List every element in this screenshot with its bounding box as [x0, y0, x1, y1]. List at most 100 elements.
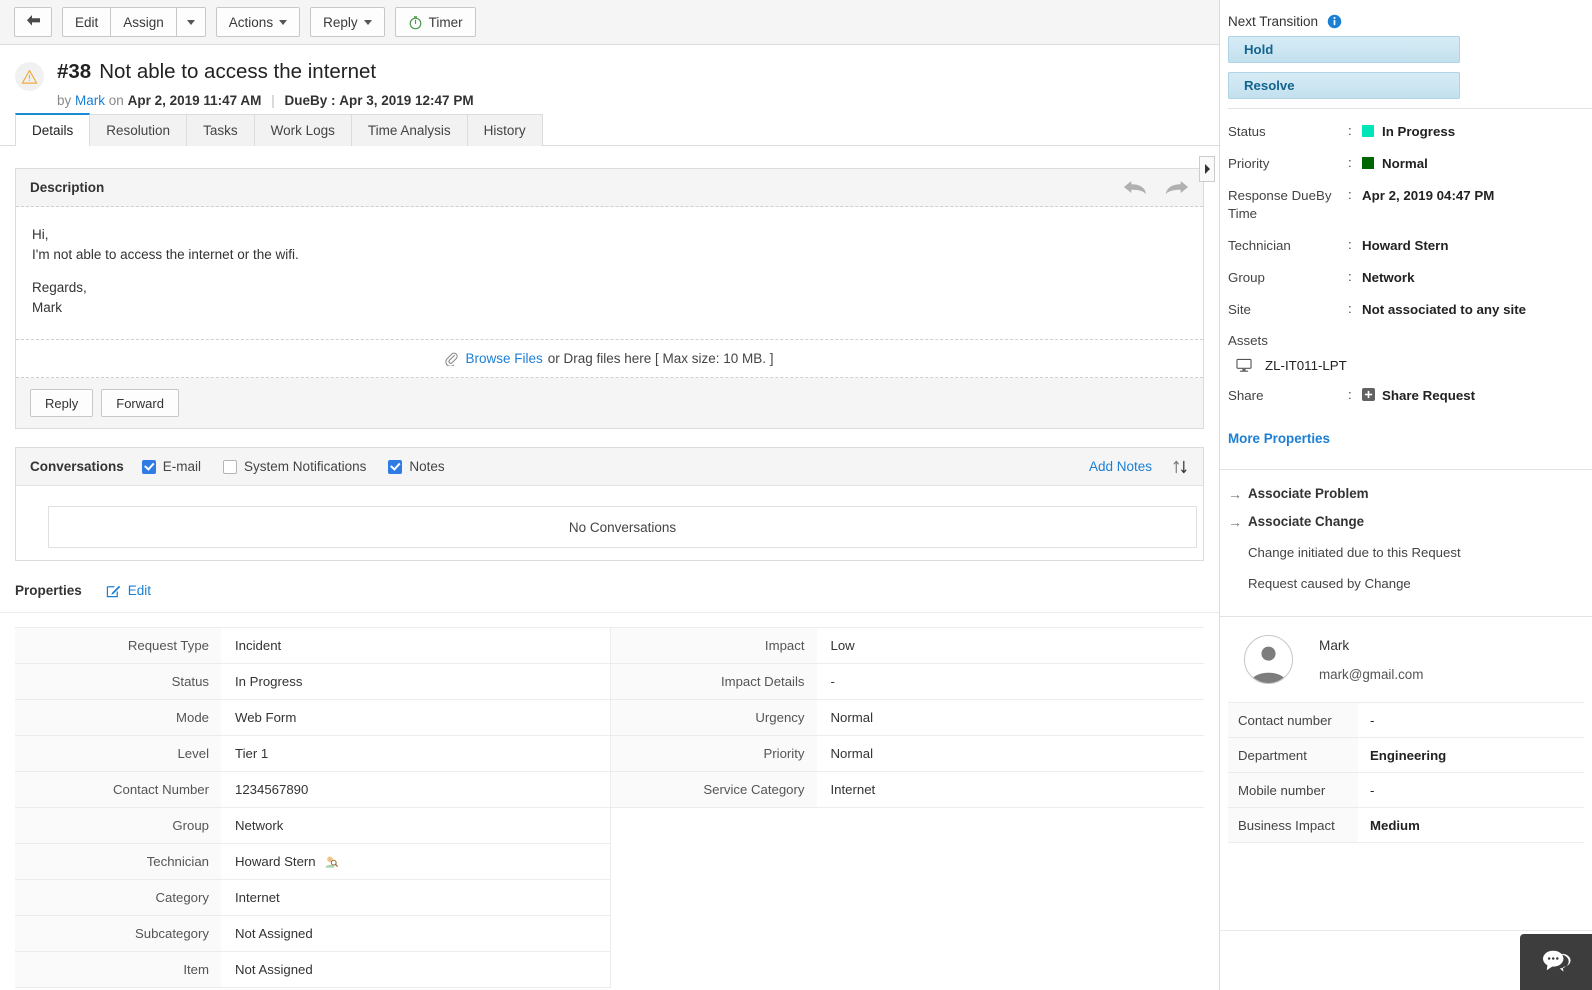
property-key: Level	[15, 736, 221, 772]
property-value: Web Form	[235, 710, 297, 726]
tab-history[interactable]: History	[466, 114, 543, 146]
timer-button[interactable]: Timer	[394, 7, 476, 37]
field-key: Group	[1228, 269, 1265, 285]
field-value-wrap[interactable]: Share Request	[1362, 387, 1584, 405]
edit-button[interactable]: Edit	[62, 7, 112, 37]
chat-widget-button[interactable]	[1520, 934, 1592, 990]
transition-hold-button[interactable]: Hold	[1228, 36, 1460, 63]
property-key: Item	[15, 952, 221, 988]
description-line-3: Regards,	[32, 280, 87, 296]
detail-value: Engineering	[1370, 747, 1447, 763]
edit-pencil-icon	[106, 583, 121, 598]
asset-item[interactable]: ZL-IT011-LPT	[1236, 358, 1584, 373]
property-value: Tier 1	[235, 746, 269, 762]
field-key: Response DueBy Time	[1228, 187, 1332, 221]
requester-link[interactable]: Mark	[75, 93, 105, 108]
table-row: Department Engineering	[1228, 738, 1584, 774]
actions-button[interactable]: Actions	[215, 7, 301, 37]
filter-email[interactable]: E-mail	[141, 459, 201, 474]
table-row: Subcategory Not Assigned	[15, 916, 610, 953]
associate-problem-row[interactable]: → Associate Problem	[1228, 486, 1584, 503]
add-notes-link[interactable]: Add Notes	[1089, 459, 1152, 474]
chevron-down-icon	[279, 19, 288, 25]
on-label: on	[108, 93, 124, 108]
conversations-body: No Conversations	[16, 486, 1203, 561]
dueby-time: Apr 3, 2019 12:47 PM	[339, 93, 474, 108]
tab-tasks[interactable]: Tasks	[186, 114, 255, 146]
tab-work-logs[interactable]: Work Logs	[253, 114, 352, 146]
requester-name: Mark	[1319, 637, 1350, 653]
tab-time-analysis[interactable]: Time Analysis	[350, 114, 468, 146]
detail-value: -	[1370, 712, 1375, 728]
notes-checkbox[interactable]	[388, 459, 403, 474]
property-key: Request Type	[15, 628, 221, 664]
associate-problem-label[interactable]: Associate Problem	[1248, 486, 1369, 501]
edit-assign-group: Edit Assign	[62, 7, 206, 37]
field-key: Share	[1228, 387, 1264, 403]
table-row: Contact Number 1234567890	[15, 772, 610, 809]
property-key: Group	[15, 808, 221, 844]
associate-change-label[interactable]: Associate Change	[1248, 514, 1364, 529]
transition-resolve-button[interactable]: Resolve	[1228, 72, 1460, 99]
forward-button[interactable]: Forward	[101, 389, 179, 418]
property-key: Status	[15, 664, 221, 700]
property-key: Technician	[15, 844, 221, 880]
avatar	[1244, 635, 1293, 685]
sort-toggle-icon[interactable]	[1172, 459, 1189, 475]
property-value: Not Assigned	[235, 926, 313, 942]
reply-menu-button[interactable]: Reply	[310, 7, 385, 37]
properties-left-column: Request Type Incident Status In Progress…	[15, 628, 610, 989]
share-request-label: Share Request	[1382, 387, 1476, 403]
assign-button[interactable]: Assign	[110, 7, 177, 37]
paperclip-icon	[445, 352, 459, 366]
page-title: #38 Not able to access the internet	[57, 60, 376, 84]
table-row: Mobile number -	[1228, 773, 1584, 809]
warning-icon	[15, 62, 44, 91]
meta-divider: |	[271, 93, 275, 108]
property-value: In Progress	[235, 674, 303, 690]
field-colon: :	[1348, 268, 1352, 284]
forward-arrow-icon[interactable]	[1165, 180, 1189, 195]
associate-change-row[interactable]: → Associate Change	[1228, 514, 1584, 531]
property-value-technician: Howard Stern	[221, 844, 610, 879]
table-row: Level Tier 1	[15, 736, 610, 773]
filter-notes-label: Notes	[409, 459, 445, 475]
sidebar-collapse-handle[interactable]	[1199, 156, 1215, 182]
no-conversations-message: No Conversations	[48, 506, 1197, 549]
email-checkbox[interactable]	[141, 459, 156, 474]
assign-dropdown-button[interactable]	[175, 7, 206, 37]
field-value: Normal	[1382, 155, 1428, 171]
field-key: Technician	[1228, 237, 1291, 253]
reply-button[interactable]: Reply	[30, 389, 94, 418]
detail-key: Contact number	[1228, 703, 1358, 738]
tab-details[interactable]: Details	[15, 113, 91, 146]
description-header: Description	[16, 169, 1203, 207]
properties-right-column: Impact Low Impact Details - Urgency Norm…	[609, 628, 1204, 989]
technician-icon	[324, 855, 338, 869]
plus-icon	[1362, 387, 1375, 401]
technician-name: Howard Stern	[235, 854, 316, 870]
edit-label: Edit	[127, 583, 152, 599]
filter-notes[interactable]: Notes	[388, 459, 445, 475]
browse-files-link[interactable]: Browse Files	[465, 351, 542, 366]
reply-arrow-icon[interactable]	[1123, 180, 1147, 195]
system-notifications-checkbox[interactable]	[223, 459, 238, 474]
right-sidebar: Next Transition Hold Resolve Status : In…	[1219, 0, 1592, 990]
tab-resolution[interactable]: Resolution	[89, 114, 188, 146]
field-colon: :	[1348, 123, 1352, 138]
attachment-dropzone[interactable]: Browse Files or Drag files here [ Max si…	[16, 339, 1203, 379]
info-icon[interactable]	[1327, 14, 1342, 29]
more-properties-link[interactable]: More Properties	[1220, 429, 1592, 460]
properties-edit-link[interactable]: Edit	[106, 583, 151, 598]
properties-title: Properties	[15, 583, 82, 599]
filter-system-notifications[interactable]: System Notifications	[223, 459, 366, 474]
property-value: Internet	[235, 890, 280, 906]
back-button[interactable]	[14, 7, 52, 37]
request-subject: Not able to access the internet	[99, 60, 377, 83]
table-row: Priority Normal	[610, 736, 1204, 773]
field-value: Apr 2, 2019 04:47 PM	[1362, 187, 1495, 203]
field-technician: Technician : Howard Stern	[1228, 237, 1584, 255]
table-row: Category Internet	[15, 880, 610, 917]
next-transition-section: Next Transition Hold Resolve	[1220, 0, 1592, 109]
attach-hint: or Drag files here [ Max size: 10 MB. ]	[547, 351, 774, 367]
